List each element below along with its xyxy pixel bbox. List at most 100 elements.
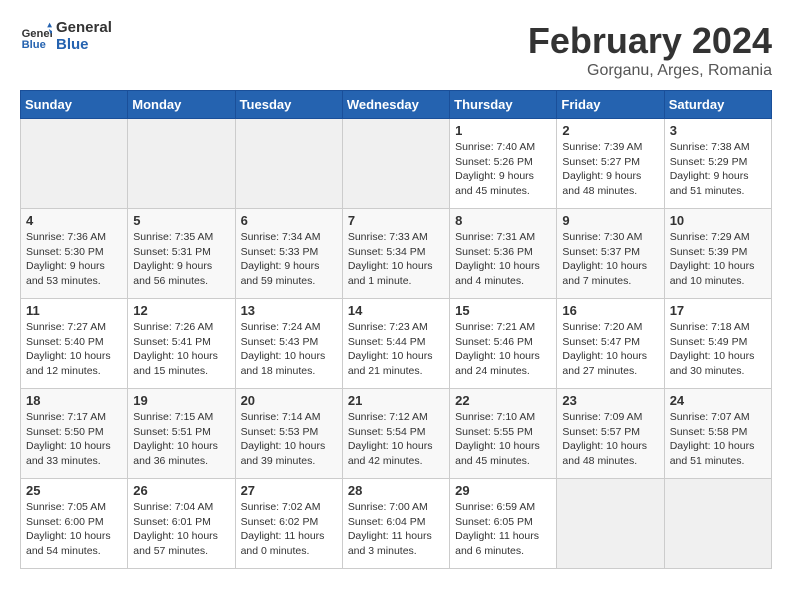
- calendar-week-row: 11 Sunrise: 7:27 AM Sunset: 5:40 PM Dayli…: [21, 299, 772, 389]
- calendar-cell: 20 Sunrise: 7:14 AM Sunset: 5:53 PM Dayli…: [235, 389, 342, 479]
- calendar-subtitle: Gorganu, Arges, Romania: [528, 62, 772, 80]
- calendar-cell: 17 Sunrise: 7:18 AM Sunset: 5:49 PM Dayli…: [664, 299, 771, 389]
- day-number: 16: [562, 303, 658, 318]
- cell-info: Sunrise: 7:26 AM Sunset: 5:41 PM Dayligh…: [133, 320, 229, 379]
- cell-info: Sunrise: 7:34 AM Sunset: 5:33 PM Dayligh…: [241, 230, 337, 289]
- calendar-cell: 2 Sunrise: 7:39 AM Sunset: 5:27 PM Daylig…: [557, 119, 664, 209]
- cell-info: Sunrise: 7:29 AM Sunset: 5:39 PM Dayligh…: [670, 230, 766, 289]
- calendar-table: SundayMondayTuesdayWednesdayThursdayFrid…: [20, 90, 772, 569]
- calendar-cell: 5Sunrise: 7:35 AM Sunset: 5:31 PM Daylig…: [128, 209, 235, 299]
- calendar-cell: 15 Sunrise: 7:21 AM Sunset: 5:46 PM Dayli…: [450, 299, 557, 389]
- cell-info: Sunrise: 7:30 AM Sunset: 5:37 PM Dayligh…: [562, 230, 658, 289]
- day-number: 12: [133, 303, 229, 318]
- calendar-cell: 10 Sunrise: 7:29 AM Sunset: 5:39 PM Dayli…: [664, 209, 771, 299]
- cell-info: Sunrise: 6:59 AM Sunset: 6:05 PM Dayligh…: [455, 500, 551, 559]
- calendar-cell: 28Sunrise: 7:00 AM Sunset: 6:04 PM Dayli…: [342, 479, 449, 569]
- calendar-cell: 25 Sunrise: 7:05 AM Sunset: 6:00 PM Dayli…: [21, 479, 128, 569]
- calendar-cell: 22Sunrise: 7:10 AM Sunset: 5:55 PM Dayli…: [450, 389, 557, 479]
- logo: General Blue General Blue: [20, 20, 112, 53]
- day-number: 11: [26, 303, 122, 318]
- day-number: 1: [455, 123, 551, 138]
- logo-blue: Blue: [56, 37, 112, 54]
- day-number: 4: [26, 213, 122, 228]
- day-number: 9: [562, 213, 658, 228]
- day-number: 19: [133, 393, 229, 408]
- calendar-cell: 13 Sunrise: 7:24 AM Sunset: 5:43 PM Dayli…: [235, 299, 342, 389]
- day-number: 28: [348, 483, 444, 498]
- day-number: 23: [562, 393, 658, 408]
- cell-info: Sunrise: 7:33 AM Sunset: 5:34 PM Dayligh…: [348, 230, 444, 289]
- day-number: 8: [455, 213, 551, 228]
- calendar-cell: [342, 119, 449, 209]
- calendar-week-row: 25 Sunrise: 7:05 AM Sunset: 6:00 PM Dayli…: [21, 479, 772, 569]
- header-monday: Monday: [128, 91, 235, 119]
- calendar-cell: 23 Sunrise: 7:09 AM Sunset: 5:57 PM Dayli…: [557, 389, 664, 479]
- calendar-cell: 7 Sunrise: 7:33 AM Sunset: 5:34 PM Daylig…: [342, 209, 449, 299]
- header-saturday: Saturday: [664, 91, 771, 119]
- svg-text:Blue: Blue: [22, 39, 46, 51]
- logo-general: General: [56, 20, 112, 37]
- day-number: 13: [241, 303, 337, 318]
- calendar-cell: 19Sunrise: 7:15 AM Sunset: 5:51 PM Dayli…: [128, 389, 235, 479]
- cell-info: Sunrise: 7:27 AM Sunset: 5:40 PM Dayligh…: [26, 320, 122, 379]
- day-number: 26: [133, 483, 229, 498]
- calendar-cell: 6 Sunrise: 7:34 AM Sunset: 5:33 PM Daylig…: [235, 209, 342, 299]
- calendar-cell: 26Sunrise: 7:04 AM Sunset: 6:01 PM Dayli…: [128, 479, 235, 569]
- cell-info: Sunrise: 7:39 AM Sunset: 5:27 PM Dayligh…: [562, 140, 658, 199]
- calendar-cell: 3 Sunrise: 7:38 AM Sunset: 5:29 PM Daylig…: [664, 119, 771, 209]
- calendar-cell: 21Sunrise: 7:12 AM Sunset: 5:54 PM Dayli…: [342, 389, 449, 479]
- calendar-cell: [557, 479, 664, 569]
- cell-info: Sunrise: 7:23 AM Sunset: 5:44 PM Dayligh…: [348, 320, 444, 379]
- cell-info: Sunrise: 7:20 AM Sunset: 5:47 PM Dayligh…: [562, 320, 658, 379]
- day-number: 2: [562, 123, 658, 138]
- cell-info: Sunrise: 7:21 AM Sunset: 5:46 PM Dayligh…: [455, 320, 551, 379]
- calendar-cell: [128, 119, 235, 209]
- calendar-cell: 24Sunrise: 7:07 AM Sunset: 5:58 PM Dayli…: [664, 389, 771, 479]
- calendar-cell: 1 Sunrise: 7:40 AM Sunset: 5:26 PM Daylig…: [450, 119, 557, 209]
- header-friday: Friday: [557, 91, 664, 119]
- cell-info: Sunrise: 7:09 AM Sunset: 5:57 PM Dayligh…: [562, 410, 658, 469]
- cell-info: Sunrise: 7:05 AM Sunset: 6:00 PM Dayligh…: [26, 500, 122, 559]
- day-number: 24: [670, 393, 766, 408]
- day-number: 29: [455, 483, 551, 498]
- calendar-cell: 29 Sunrise: 6:59 AM Sunset: 6:05 PM Dayli…: [450, 479, 557, 569]
- day-number: 18: [26, 393, 122, 408]
- day-number: 10: [670, 213, 766, 228]
- cell-info: Sunrise: 7:38 AM Sunset: 5:29 PM Dayligh…: [670, 140, 766, 199]
- day-number: 25: [26, 483, 122, 498]
- calendar-cell: 9 Sunrise: 7:30 AM Sunset: 5:37 PM Daylig…: [557, 209, 664, 299]
- logo-icon: General Blue: [20, 21, 52, 53]
- day-number: 5: [133, 213, 229, 228]
- header-wednesday: Wednesday: [342, 91, 449, 119]
- calendar-cell: 18Sunrise: 7:17 AM Sunset: 5:50 PM Dayli…: [21, 389, 128, 479]
- calendar-cell: 12 Sunrise: 7:26 AM Sunset: 5:41 PM Dayli…: [128, 299, 235, 389]
- cell-info: Sunrise: 7:12 AM Sunset: 5:54 PM Dayligh…: [348, 410, 444, 469]
- cell-info: Sunrise: 7:02 AM Sunset: 6:02 PM Dayligh…: [241, 500, 337, 559]
- day-number: 15: [455, 303, 551, 318]
- calendar-cell: [235, 119, 342, 209]
- day-number: 6: [241, 213, 337, 228]
- day-number: 17: [670, 303, 766, 318]
- calendar-week-row: 18Sunrise: 7:17 AM Sunset: 5:50 PM Dayli…: [21, 389, 772, 479]
- cell-info: Sunrise: 7:36 AM Sunset: 5:30 PM Dayligh…: [26, 230, 122, 289]
- cell-info: Sunrise: 7:40 AM Sunset: 5:26 PM Dayligh…: [455, 140, 551, 199]
- calendar-cell: 14Sunrise: 7:23 AM Sunset: 5:44 PM Dayli…: [342, 299, 449, 389]
- cell-info: Sunrise: 7:24 AM Sunset: 5:43 PM Dayligh…: [241, 320, 337, 379]
- day-number: 3: [670, 123, 766, 138]
- header: General Blue General Blue February 2024 …: [20, 20, 772, 80]
- svg-text:General: General: [22, 28, 52, 40]
- calendar-title: February 2024: [528, 20, 772, 62]
- cell-info: Sunrise: 7:31 AM Sunset: 5:36 PM Dayligh…: [455, 230, 551, 289]
- day-number: 7: [348, 213, 444, 228]
- calendar-cell: 8 Sunrise: 7:31 AM Sunset: 5:36 PM Daylig…: [450, 209, 557, 299]
- calendar-cell: 4 Sunrise: 7:36 AM Sunset: 5:30 PM Daylig…: [21, 209, 128, 299]
- day-number: 22: [455, 393, 551, 408]
- calendar-cell: 27 Sunrise: 7:02 AM Sunset: 6:02 PM Dayli…: [235, 479, 342, 569]
- cell-info: Sunrise: 7:18 AM Sunset: 5:49 PM Dayligh…: [670, 320, 766, 379]
- day-number: 20: [241, 393, 337, 408]
- cell-info: Sunrise: 7:14 AM Sunset: 5:53 PM Dayligh…: [241, 410, 337, 469]
- day-number: 27: [241, 483, 337, 498]
- calendar-cell: [664, 479, 771, 569]
- header-thursday: Thursday: [450, 91, 557, 119]
- header-sunday: Sunday: [21, 91, 128, 119]
